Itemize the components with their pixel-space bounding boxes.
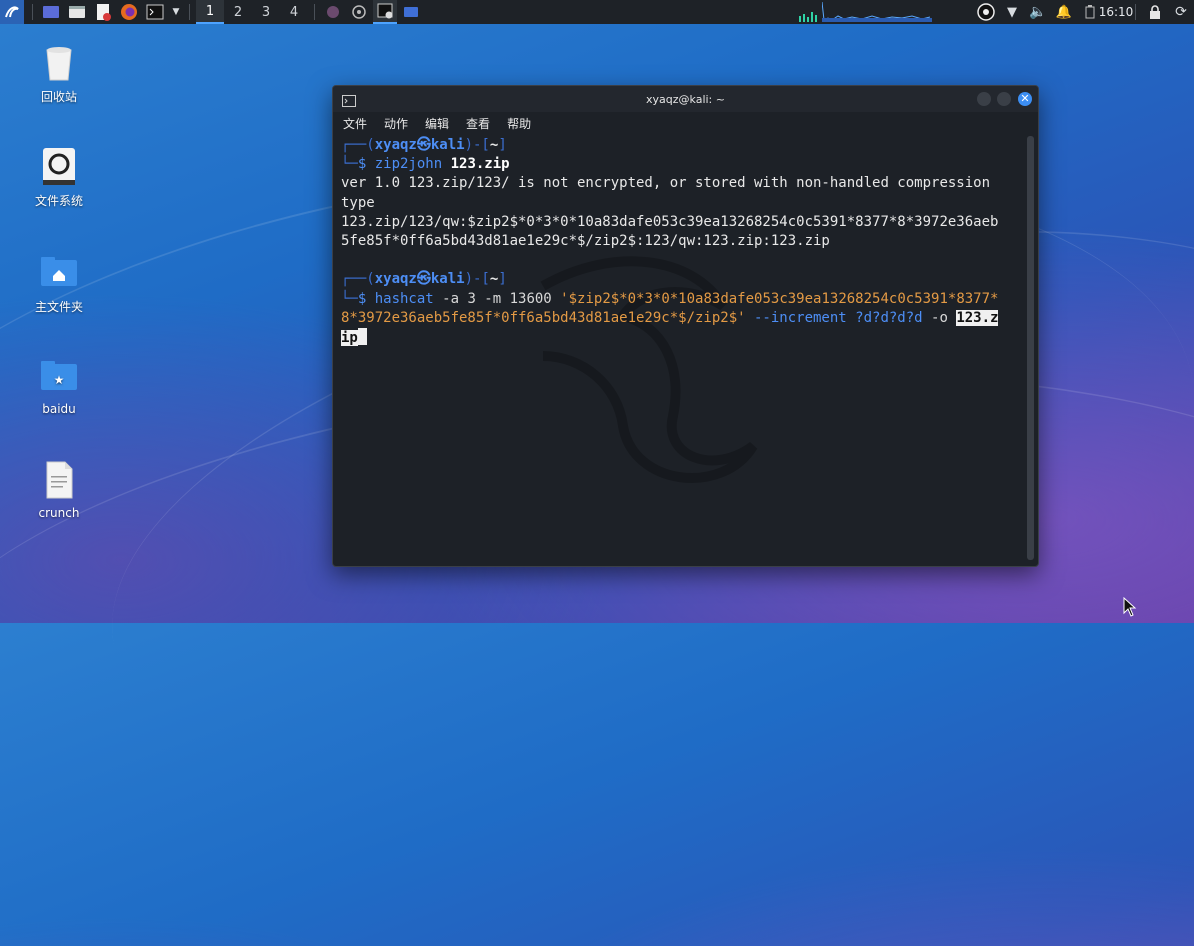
logout-icon: ⟳	[1175, 4, 1187, 20]
desktop-icon	[43, 6, 59, 18]
terminal-launcher-button[interactable]	[143, 0, 167, 24]
output-line: ver 1.0 123.zip/123/ is not encrypted, o…	[341, 175, 991, 192]
text-file-icon	[39, 460, 79, 500]
window-terminal-button[interactable]	[373, 0, 397, 24]
command-line: └─$ zip2john 123.zip	[341, 156, 510, 173]
menu-file[interactable]: 文件	[341, 115, 369, 132]
desktop-icon-crunch[interactable]: crunch	[14, 460, 104, 520]
hash-string: '$zip2$*0*3*0*10a83dafe053c39ea13268254c…	[560, 290, 999, 307]
terminal-titlebar[interactable]: xyaqz@kali: ~ ✕	[333, 86, 1038, 112]
terminal-scrollbar[interactable]	[1027, 136, 1034, 560]
output-file: 123.z	[956, 309, 999, 326]
terminal-icon	[377, 3, 393, 19]
output-line: 123.zip/123/qw:$zip2$*0*3*0*10a83dafe053…	[341, 213, 999, 230]
workspace-1[interactable]: 1	[196, 0, 224, 24]
speaker-icon: 🔈	[1029, 4, 1047, 20]
show-desktop-button[interactable]	[39, 0, 63, 24]
firefox-icon	[327, 6, 339, 18]
window-icon	[404, 7, 418, 17]
obs-icon	[977, 3, 995, 21]
window-firefox-button[interactable]	[321, 0, 345, 24]
terminal-cursor	[357, 328, 367, 346]
folder-window-icon	[69, 6, 85, 18]
trash-icon	[39, 42, 79, 82]
prompt-line: ┌──(xyaqz㉿kali)-[~]	[341, 271, 507, 288]
command-name: hashcat	[374, 290, 434, 307]
hash-string: 8*3972e36aeb5fe85f*0ff6a5bd43d81ae1e29c*…	[341, 309, 746, 326]
command-line-cont: ip	[341, 328, 1020, 348]
menu-help[interactable]: 帮助	[505, 115, 533, 132]
star-folder-icon: ★	[39, 356, 79, 396]
mask-arg: ?d?d?d?d	[855, 309, 923, 326]
command-name: zip2john	[374, 156, 443, 173]
command-line: └─$ hashcat -a 3 -m 13600 '$zip2$*0*3*0*…	[341, 290, 999, 307]
network-tray-button[interactable]: ▼	[999, 0, 1025, 24]
output-flag: -o	[922, 309, 957, 326]
workspace-2[interactable]: 2	[224, 0, 252, 24]
desktop-icon-label: crunch	[38, 506, 80, 520]
prompt-line: ┌──(xyaqz㉿kali)-[~]	[341, 137, 507, 153]
output-line: 5fe85f*0ff6a5bd43d81ae1e29c*$/zip2$:123/…	[341, 233, 830, 250]
close-button[interactable]: ✕	[1018, 92, 1032, 106]
increment-flag: --increment	[745, 309, 856, 326]
maximize-button[interactable]	[997, 92, 1011, 106]
command-arg: 123.zip	[450, 156, 510, 173]
clock[interactable]: 16:10	[1099, 0, 1134, 24]
wifi-icon: ▼	[1007, 4, 1017, 20]
launcher-dropdown[interactable]: ▼	[169, 0, 183, 24]
lock-screen-button[interactable]	[1142, 0, 1168, 24]
firefox-button[interactable]	[117, 0, 141, 24]
menu-view[interactable]: 查看	[464, 115, 492, 132]
terminal-window[interactable]: xyaqz@kali: ~ ✕ 文件 动作 编辑 查看 帮助 ┌──(xyaqz…	[332, 85, 1039, 567]
workspace-4[interactable]: 4	[280, 0, 308, 24]
minimize-button[interactable]	[977, 92, 991, 106]
kali-logo-icon	[5, 6, 19, 18]
taskbar: ▼ 1 2 3 4 ▼ 🔈 🔔 16:10 ⟳	[0, 0, 1194, 24]
output-line: type	[341, 194, 375, 211]
command-options: -a 3 -m 13600	[433, 290, 561, 307]
obs-tray-button[interactable]	[973, 0, 999, 24]
text-editor-button[interactable]	[91, 0, 115, 24]
network-graph-icon	[822, 2, 932, 22]
lock-icon	[1150, 5, 1160, 19]
window-title: xyaqz@kali: ~	[646, 92, 725, 106]
desktop-icon-label: 主文件夹	[34, 300, 83, 314]
home-folder-icon	[39, 252, 79, 292]
terminal-icon	[146, 4, 164, 20]
battery-icon	[1085, 5, 1095, 19]
kali-menu-button[interactable]	[0, 0, 24, 24]
svg-text:★: ★	[54, 373, 65, 387]
mouse-cursor-icon	[1123, 597, 1137, 617]
command-line-cont: 8*3972e36aeb5fe85f*0ff6a5bd43d81ae1e29c*…	[341, 309, 1020, 328]
prompt-user: xyaqz㉿kali	[374, 137, 465, 153]
workspace-3[interactable]: 3	[252, 0, 280, 24]
desktop-icon-home[interactable]: 主文件夹	[14, 252, 104, 315]
chevron-down-icon: ▼	[172, 7, 180, 17]
window-app-button[interactable]	[399, 0, 423, 24]
desktop-icon-label: 文件系统	[34, 194, 83, 208]
desktop-icon-filesystem[interactable]: 文件系统	[14, 146, 104, 209]
prompt-user: xyaqz㉿kali	[374, 271, 465, 288]
bell-icon: 🔔	[1055, 4, 1073, 20]
output-file: ip	[341, 330, 358, 347]
close-icon: ✕	[1020, 92, 1030, 105]
terminal-menubar: 文件 动作 编辑 查看 帮助	[333, 112, 1038, 134]
menu-actions[interactable]: 动作	[382, 115, 410, 132]
menu-edit[interactable]: 编辑	[423, 115, 451, 132]
desktop-icon-label: 回收站	[40, 90, 77, 104]
file-manager-button[interactable]	[65, 0, 89, 24]
text-editor-icon	[97, 4, 111, 21]
cpu-graph-icon	[799, 12, 817, 22]
notifications-tray-button[interactable]: 🔔	[1051, 0, 1077, 24]
volume-tray-button[interactable]: 🔈	[1025, 0, 1051, 24]
drive-icon	[39, 146, 79, 186]
obs-icon	[352, 5, 366, 19]
desktop-icon-baidu[interactable]: ★ baidu	[14, 356, 104, 416]
firefox-icon	[121, 4, 137, 20]
logout-button[interactable]: ⟳	[1168, 0, 1194, 24]
window-obs-button[interactable]	[347, 0, 371, 24]
desktop-icon-label: baidu	[42, 402, 76, 416]
desktop-icon-trash[interactable]: 回收站	[14, 42, 104, 105]
terminal-output[interactable]: ┌──(xyaqz㉿kali)-[~] └─$ zip2john 123.zip v…	[341, 136, 1020, 562]
